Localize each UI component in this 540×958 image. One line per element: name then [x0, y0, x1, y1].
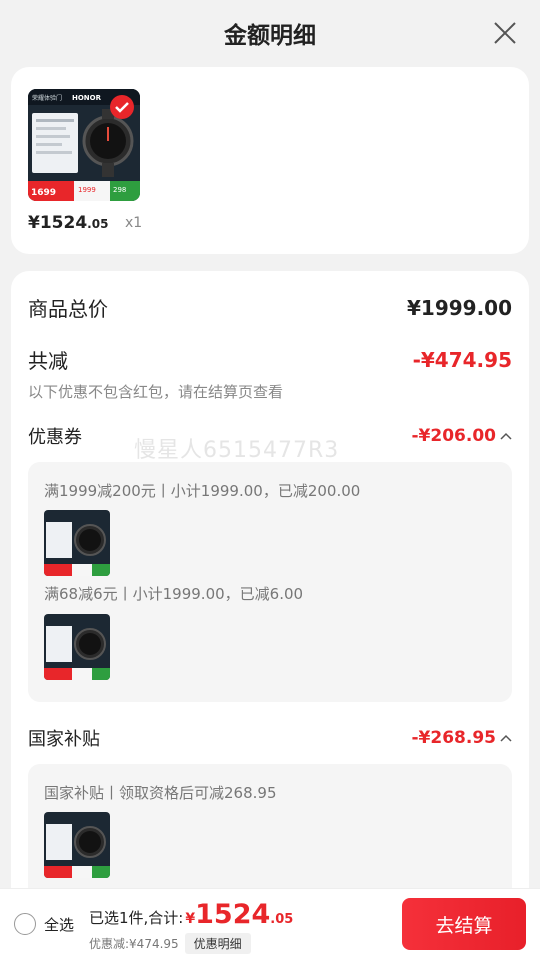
checkout-bar: 全选 已选1件,合计: ¥ 1524 .05 优惠减:¥474.95 优惠明细 …: [0, 888, 540, 958]
coupon-item-text: 满1999减200元丨小计1999.00，已减200.00: [44, 482, 361, 500]
thumb-coupon-price: 1999: [78, 186, 96, 194]
product-image[interactable]: 荣耀体验门 HONOR 1699 1999 298: [28, 89, 140, 201]
total-reduce-label: 共减: [28, 349, 68, 373]
subsidy-item-product-image: [44, 812, 110, 878]
thumb-brand-text: HONOR: [72, 94, 102, 102]
coupon-value: -¥206.00: [411, 426, 497, 446]
close-icon[interactable]: [492, 20, 518, 46]
total-price-label: 商品总价: [28, 297, 108, 321]
amount-detail-card: 商品总价 ¥1999.00 共减 -¥474.95 以下优惠不包含红包，请在结算…: [11, 271, 529, 958]
total-amount-int: 1524: [195, 899, 271, 930]
product-card: 荣耀体验门 HONOR 1699 1999 298 ¥1524.05 x1: [11, 67, 529, 254]
discount-note: 以下优惠不包含红包，请在结算页查看: [28, 383, 284, 401]
selected-total-label: 已选1件,合计:: [89, 909, 184, 927]
discount-line: 优惠减:¥474.95 优惠明细: [89, 933, 251, 954]
subsidy-value-group[interactable]: -¥268.95: [412, 728, 513, 748]
checkout-button[interactable]: 去结算: [402, 898, 526, 950]
coupon-label: 优惠券: [28, 427, 82, 448]
total-reduce-row: 共减 -¥474.95: [28, 345, 512, 374]
coupon-value-group[interactable]: -¥206.00: [412, 426, 513, 446]
coupon-item-product-image: [44, 614, 110, 680]
product-quantity: x1: [125, 215, 143, 231]
discount-detail-button[interactable]: 优惠明细: [184, 933, 251, 954]
header: 金额明细: [0, 0, 540, 66]
coupon-item-product-image: [44, 510, 110, 576]
coupon-detail-box: 满1999减200元丨小计1999.00，已减200.00 满68减6元丨小计1…: [28, 462, 512, 702]
subsidy-item-text: 国家补贴丨领取资格后可减268.95: [44, 784, 277, 802]
total-price-row: 商品总价 ¥1999.00: [28, 293, 512, 322]
select-all-radio[interactable]: [14, 913, 36, 935]
thumb-price-badge: 1699: [31, 188, 56, 198]
coupon-item-text: 满68减6元丨小计1999.00，已减6.00: [44, 585, 304, 603]
subsidy-row[interactable]: 国家补贴 -¥268.95: [28, 725, 512, 751]
total-amount-dec: .05: [270, 912, 294, 927]
coupon-row[interactable]: 优惠券 -¥206.00: [28, 423, 512, 449]
total-currency: ¥: [185, 911, 196, 927]
selected-total: 已选1件,合计: ¥ 1524 .05: [89, 899, 293, 930]
chevron-up-icon[interactable]: [500, 432, 512, 440]
thumb-store-text: 荣耀体验门: [32, 94, 62, 102]
thumb-gift-price: 298: [113, 186, 126, 194]
select-all-label[interactable]: 全选: [44, 914, 74, 935]
total-price-value: ¥1999.00: [406, 295, 512, 320]
subsidy-value: -¥268.95: [411, 728, 497, 748]
total-reduce-value: -¥474.95: [412, 347, 512, 372]
product-price: ¥1524.05: [28, 213, 109, 233]
chevron-up-icon[interactable]: [500, 734, 512, 742]
discount-amount: 优惠减:¥474.95: [89, 937, 179, 951]
page-title: 金额明细: [224, 23, 316, 49]
subsidy-label: 国家补贴: [28, 729, 100, 750]
